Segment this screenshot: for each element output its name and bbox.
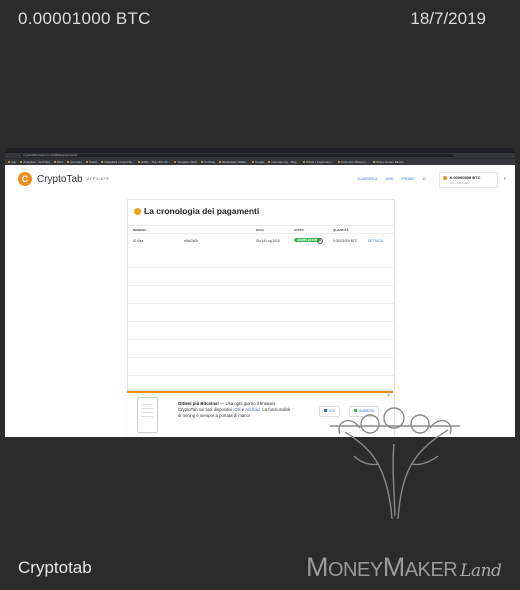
close-icon[interactable]: × xyxy=(387,393,390,399)
bookmark-item[interactable]: Blockchain Wallet - xyxy=(219,160,247,164)
page-title-text: La cronologia dei pagamenti xyxy=(144,206,260,216)
page-title: La cronologia dei pagamenti xyxy=(134,206,259,216)
table-row: ID Visa wWd2aDt Gio 18 Lug 2019 COMPLETA… xyxy=(128,233,394,250)
bookmark-item[interactable]: Whois | Crypto Env... xyxy=(303,160,334,164)
banner-line-2: CryptoTab sui tuoi dispositivi iOS e And… xyxy=(178,407,290,412)
banner-line-3: di mining è sempre a portata di mano! xyxy=(178,413,251,418)
address-field[interactable]: cryptotabbrowser.com/affiliate/payments/ xyxy=(21,154,453,157)
banner-line-2-a: CryptoTab sui tuoi dispositivi xyxy=(178,407,234,412)
brand-land: Land xyxy=(460,561,502,581)
banner-line-2-c: . La funzionalità xyxy=(259,407,291,412)
balance-subtext: 0 by 200 totale xyxy=(450,181,470,185)
banner-accent xyxy=(127,391,393,393)
bookmark-item[interactable]: AdFly - The URL Sh... xyxy=(138,160,170,164)
balance-widget[interactable]: 0.00000509 BTC 0 by 200 totale ▾ xyxy=(439,172,506,188)
table-divider xyxy=(128,285,394,286)
ios-link[interactable]: iOS xyxy=(233,407,240,412)
apple-icon xyxy=(324,409,327,412)
balance-value: 0.00000509 BTC xyxy=(450,175,481,180)
footer-caption: Cryptotab xyxy=(18,558,92,577)
column-header: MONEDO xyxy=(133,228,147,232)
table-divider xyxy=(128,357,394,358)
screenshot-frame: cryptotabbrowser.com/affiliate/payments/… xyxy=(5,148,515,437)
app-name: CryptoTab xyxy=(37,174,83,185)
brand-oney: ONEY xyxy=(328,559,383,581)
bookmark-item[interactable]: Cerveau xyxy=(67,160,81,164)
bookmark-item[interactable]: YouTube xyxy=(201,160,216,164)
column-header: STATO xyxy=(294,228,304,232)
top-nav: CLASSIFICA LINK PROMO IO xyxy=(357,177,426,181)
table-divider xyxy=(128,321,394,322)
nav-promo[interactable]: PROMO xyxy=(401,177,414,181)
bookmark-item[interactable]: Twitch xyxy=(86,160,98,164)
bookmark-item[interactable]: DOC xyxy=(54,160,64,164)
bitcoin-coin-icon xyxy=(134,207,141,215)
column-header: QUANTITÀ xyxy=(333,228,349,232)
payment-date: Gio 18 Lug 2019 xyxy=(256,239,280,243)
bookmark-item[interactable]: Classifica | CryptoTa... xyxy=(101,160,134,164)
bookmark-item[interactable]: coinmap.org - Map... xyxy=(268,160,299,164)
bookmark-item[interactable]: Coinmoho Bitcoin |... xyxy=(338,160,369,164)
banner-title-rest: — Usa ogni giorno il browser xyxy=(218,401,276,406)
chevron-down-icon[interactable]: ▾ xyxy=(503,176,506,182)
banner-title: Ottieni più Bitcoins! — Usa ogni giorno … xyxy=(178,401,275,406)
brand-m: M xyxy=(306,552,329,582)
header-date: 18/7/2019 xyxy=(410,9,486,28)
payment-amount: 0.00001000 BTC xyxy=(333,239,358,243)
moneymaker-tree-logo-icon xyxy=(330,407,460,520)
nav-classifica[interactable]: CLASSIFICA xyxy=(357,177,377,181)
brand-m2: M xyxy=(382,552,406,582)
cryptotab-logo-icon[interactable]: C xyxy=(18,172,32,186)
brand-aker: AKER xyxy=(404,559,458,581)
column-header: DATA xyxy=(256,228,264,232)
bookmarks-bar: App Analytics - YouTube DOC Cerveau Twit… xyxy=(5,158,515,165)
nav-link[interactable]: LINK xyxy=(385,177,393,181)
nav-profile[interactable]: IO xyxy=(422,177,426,181)
bookmark-item[interactable]: Analytics - YouTube xyxy=(20,160,49,164)
table-divider xyxy=(128,303,394,304)
table-divider xyxy=(128,375,394,376)
phone-illustration-icon xyxy=(137,397,158,433)
banner-title-bold: Ottieni più Bitcoins! xyxy=(178,401,219,406)
bookmark-item[interactable]: Google xyxy=(252,160,265,164)
payment-method: ID Visa xyxy=(133,239,144,243)
affiliate-badge: AFFILIATE xyxy=(87,176,110,181)
header-amount: 0.00001000 BTC xyxy=(18,9,151,28)
bookmark-item[interactable]: Telegram Web xyxy=(174,160,196,164)
bookmark-item[interactable]: App xyxy=(8,160,16,164)
table-divider xyxy=(128,267,394,268)
bitcoin-icon xyxy=(443,176,447,180)
info-icon[interactable]: i xyxy=(317,238,323,244)
bookmark-item[interactable]: Chat e Forum Bitcoin xyxy=(373,160,404,164)
payment-wallet: wWd2aDt xyxy=(184,239,198,243)
details-link[interactable]: DETTAGLI xyxy=(368,239,383,243)
moneymaker-brand: MONEYMAKER Land xyxy=(306,552,502,586)
table-divider xyxy=(128,339,394,340)
android-link[interactable]: Android xyxy=(245,407,260,412)
app-header: C CryptoTab AFFILIATE CLASSIFICA LINK PR… xyxy=(5,165,515,191)
